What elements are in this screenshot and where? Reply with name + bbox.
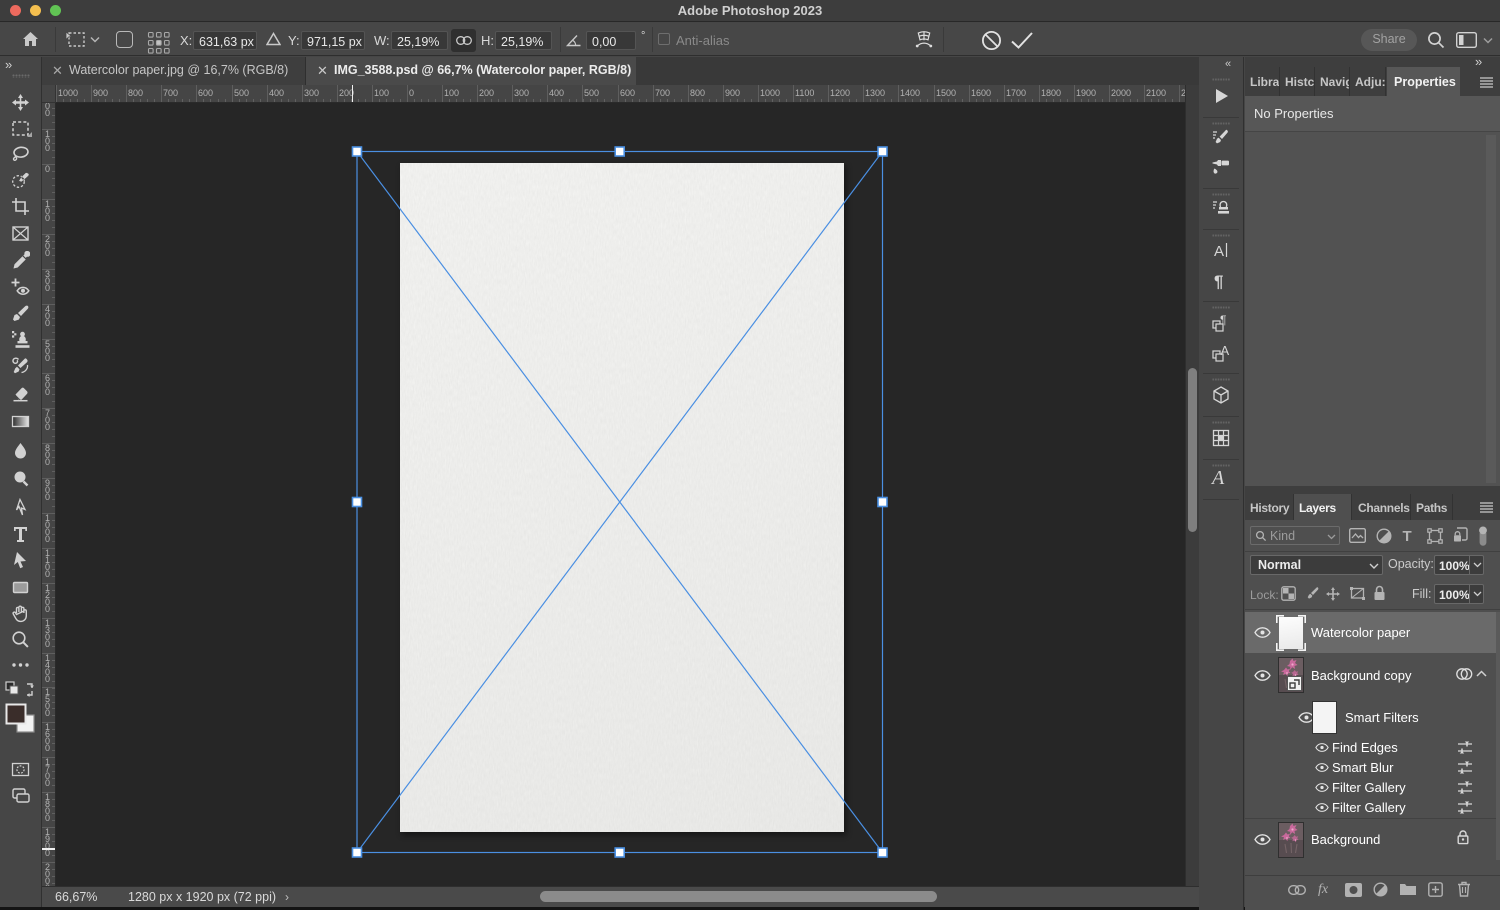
svg-text:¶: ¶ [1214, 272, 1223, 291]
svg-text:T: T [1403, 528, 1412, 543]
svg-text:A: A [1214, 243, 1224, 260]
svg-text:A: A [1221, 343, 1230, 358]
svg-text:¶: ¶ [1220, 313, 1226, 327]
